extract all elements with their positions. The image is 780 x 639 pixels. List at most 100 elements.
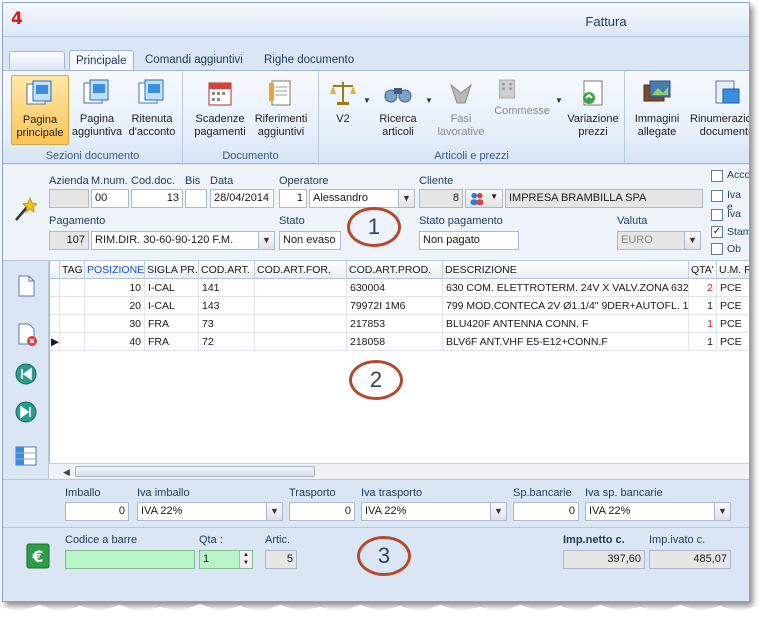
iva-sp-bancarie-select[interactable]: IVA 22% ▼ (585, 502, 731, 521)
tab-comandi-aggiuntivi[interactable]: Comandi aggiuntivi (139, 50, 249, 72)
magic-wand-icon[interactable] (13, 195, 37, 223)
table-cell-codart[interactable]: 141 (199, 279, 255, 297)
qta-stepper[interactable]: 1 ▲ ▼ (199, 550, 253, 569)
table-cell-qta[interactable]: 1 (689, 297, 717, 315)
table-cell-sigla[interactable]: FRA (145, 315, 199, 333)
delete-line-icon[interactable] (13, 321, 39, 347)
operatore-select[interactable]: Alessandro ▼ (309, 189, 415, 208)
scroll-left-icon[interactable]: ◀ (63, 467, 70, 478)
application-menu-button[interactable] (9, 51, 65, 69)
col-header-qta[interactable]: QTA' (689, 261, 717, 279)
stato-field[interactable]: Non evaso (279, 231, 341, 250)
grid-layout-icon[interactable] (13, 443, 39, 469)
cliente-lookup-button[interactable]: ▼ (465, 189, 503, 208)
data-field[interactable]: 28/04/2014 (210, 189, 274, 208)
new-line-icon[interactable] (13, 273, 39, 299)
iva-trasporto-select[interactable]: IVA 22% ▼ (361, 502, 507, 521)
pagina-principale-button[interactable]: Pagina principale (11, 75, 69, 145)
chevron-down-icon[interactable]: ▼ (714, 503, 730, 520)
tab-righe-documento[interactable]: Righe documento (258, 50, 360, 72)
iva-imballo-select[interactable]: IVA 22% ▼ (137, 502, 283, 521)
col-header-posizione[interactable]: POSIZIONE (85, 261, 145, 279)
document-lines-grid[interactable]: TAG POSIZIONE SIGLA PR. COD.ART. COD.ART… (49, 261, 749, 463)
col-header-codartprod[interactable]: COD.ART.PROD. (347, 261, 443, 279)
sp-bancarie-field[interactable]: 0 (513, 502, 579, 521)
scadenze-pagamenti-button[interactable]: Scadenze pagamenti (191, 75, 249, 145)
first-record-icon[interactable] (13, 361, 39, 387)
table-cell-tag[interactable] (60, 279, 85, 297)
euro-icon[interactable]: € (25, 542, 51, 570)
col-header-um[interactable]: U.M. R (717, 261, 749, 279)
table-cell-sigla[interactable]: FRA (145, 333, 199, 351)
table-cell-codartprod[interactable]: 630004 (347, 279, 443, 297)
fasi-lavorative-button[interactable]: Fasi lavorative (435, 75, 487, 145)
table-cell-codartprod[interactable]: 218058 (347, 333, 443, 351)
col-header-descrizione[interactable]: DESCRIZIONE (443, 261, 689, 279)
table-cell-tag[interactable] (60, 297, 85, 315)
table-cell-codart[interactable]: 73 (199, 315, 255, 333)
table-cell-um[interactable]: PCE (717, 333, 749, 351)
col-header-sigla[interactable]: SIGLA PR. (145, 261, 199, 279)
pagamento-code-field[interactable]: 107 (49, 231, 89, 250)
current-row-indicator[interactable]: ▶ (50, 333, 60, 351)
iva-checkbox[interactable] (711, 209, 723, 221)
table-cell-posizione[interactable]: 20 (85, 297, 145, 315)
row-indicator[interactable] (50, 297, 60, 315)
table-cell-posizione[interactable]: 10 (85, 279, 145, 297)
table-cell-qta[interactable]: 2 (689, 279, 717, 297)
stam-checkbox[interactable]: ✓ (711, 226, 723, 238)
commesse-button[interactable]: Commesse (489, 75, 555, 145)
table-cell-codartfor[interactable] (255, 315, 347, 333)
valuta-select[interactable]: EURO ▼ (617, 231, 701, 250)
table-cell-tag[interactable] (60, 315, 85, 333)
cliente-name-field[interactable]: IMPRESA BRAMBILLA SPA (505, 189, 703, 208)
table-cell-um[interactable]: PCE (717, 315, 749, 333)
ritenuta-acconto-button[interactable]: Ritenuta d'acconto (125, 75, 179, 145)
row-indicator[interactable] (50, 279, 60, 297)
last-record-icon[interactable] (13, 399, 39, 425)
v2-button[interactable]: V2 (323, 75, 363, 145)
grid-horizontal-scrollbar[interactable]: ◀ (49, 463, 749, 479)
row-indicator[interactable] (50, 315, 60, 333)
ricerca-dropdown-arrow-icon[interactable]: ▼ (425, 96, 433, 105)
table-cell-descrizione[interactable]: 630 COM. ELETTROTERM. 24V X VALV.ZONA 63… (443, 279, 689, 297)
table-cell-tag[interactable] (60, 333, 85, 351)
cliente-code-field[interactable]: 8 (419, 189, 463, 208)
table-cell-codart[interactable]: 143 (199, 297, 255, 315)
table-cell-descrizione[interactable]: 799 MOD.CONTECA 2V Ø1.1/4" 9DER+AUTOFL. … (443, 297, 689, 315)
table-cell-um[interactable]: PCE (717, 279, 749, 297)
table-cell-codartprod[interactable]: 217853 (347, 315, 443, 333)
table-cell-codartfor[interactable] (255, 297, 347, 315)
coddoc-field[interactable]: 13 (131, 189, 183, 208)
pagina-aggiuntiva-button[interactable]: Pagina aggiuntiva (69, 75, 125, 145)
scrollbar-thumb[interactable] (75, 466, 315, 477)
table-cell-codartfor[interactable] (255, 279, 347, 297)
riferimenti-aggiuntivi-button[interactable]: Riferimenti aggiuntivi (249, 75, 313, 145)
table-cell-descrizione[interactable]: BLV6F ANT.VHF E5-E12+CONN.F (443, 333, 689, 351)
commesse-dropdown-arrow-icon[interactable]: ▼ (555, 96, 563, 105)
chevron-down-icon[interactable]: ▼ (490, 503, 506, 520)
chevron-down-icon[interactable]: ▼ (258, 232, 274, 249)
table-cell-qta[interactable]: 1 (689, 315, 717, 333)
table-cell-um[interactable]: PCE (717, 297, 749, 315)
imballo-field[interactable]: 0 (65, 502, 129, 521)
bis-field[interactable] (185, 189, 207, 208)
chevron-down-icon[interactable]: ▼ (684, 232, 700, 249)
table-cell-sigla[interactable]: I-CAL (145, 297, 199, 315)
ricerca-articoli-button[interactable]: Ricerca articoli (373, 75, 423, 145)
table-cell-posizione[interactable]: 30 (85, 315, 145, 333)
table-cell-codartprod[interactable]: 79972I 1M6 (347, 297, 443, 315)
azienda-field[interactable] (49, 189, 89, 208)
table-cell-posizione[interactable]: 40 (85, 333, 145, 351)
immagini-allegate-button[interactable]: Immagini allegate (629, 75, 685, 145)
chevron-down-icon[interactable]: ▼ (266, 503, 282, 520)
mnum-field[interactable]: 00 (91, 189, 129, 208)
table-cell-qta[interactable]: 1 (689, 333, 717, 351)
table-cell-descrizione[interactable]: BLU420F ANTENNA CONN. F (443, 315, 689, 333)
col-header-codartfor[interactable]: COD.ART.FOR. (255, 261, 347, 279)
col-header-tag[interactable]: TAG (60, 261, 85, 279)
accon-checkbox[interactable] (711, 170, 723, 182)
v2-dropdown-arrow-icon[interactable]: ▼ (363, 96, 371, 105)
barcode-input[interactable] (65, 550, 195, 569)
ob-checkbox[interactable] (711, 243, 723, 255)
